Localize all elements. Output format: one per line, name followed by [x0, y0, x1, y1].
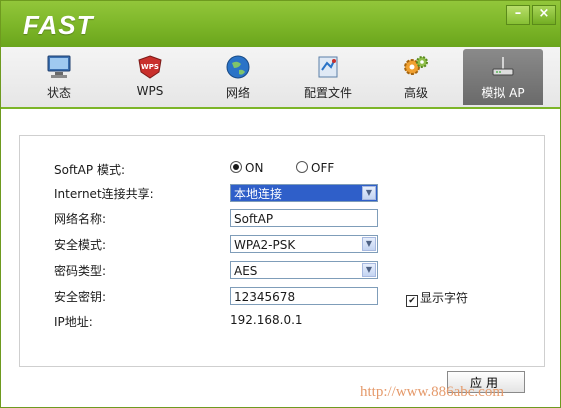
monitor-icon: [47, 55, 71, 78]
tab-wps[interactable]: WPS WPS: [110, 49, 190, 105]
svg-text:WPS: WPS: [141, 63, 159, 71]
site-watermark: http://www.886abc.com: [360, 384, 505, 400]
checkmark-icon: ✔: [406, 295, 418, 307]
show-chars-label: 显示字符: [420, 291, 469, 305]
softap-mode-label: SoftAP 模式:: [54, 163, 125, 177]
chevron-down-icon[interactable]: ▼: [362, 186, 376, 200]
close-button[interactable]: ×: [532, 5, 556, 25]
network-name-value: SoftAP: [234, 212, 274, 226]
security-key-input[interactable]: 12345678: [230, 287, 378, 305]
cipher-type-value: AES: [234, 264, 258, 278]
content-area: SoftAP 模式: ON OFF Internet连接共享: 本地连接 ▼ 网…: [1, 109, 560, 407]
globe-icon: [226, 55, 250, 79]
internet-share-select[interactable]: 本地连接 ▼: [230, 184, 378, 202]
security-mode-select[interactable]: WPA2-PSK ▼: [230, 235, 378, 253]
tab-status[interactable]: 状态: [19, 49, 99, 105]
softap-on-radio[interactable]: ON: [230, 161, 263, 175]
tab-soft-ap-label: 模拟 AP: [481, 86, 525, 100]
chevron-down-icon[interactable]: ▼: [362, 263, 376, 277]
show-chars-checkbox[interactable]: ✔ 显示字符: [406, 289, 468, 307]
tab-network-label: 网络: [225, 86, 250, 100]
softap-settings-panel: SoftAP 模式: ON OFF Internet连接共享: 本地连接 ▼ 网…: [19, 135, 545, 367]
tab-wps-label: WPS: [136, 84, 164, 98]
chevron-down-icon[interactable]: ▼: [362, 237, 376, 251]
ip-address-value: 192.168.0.1: [230, 313, 303, 327]
softap-off-radio[interactable]: OFF: [296, 161, 334, 175]
fast-logo: FAST: [23, 10, 94, 40]
cipher-type-select[interactable]: AES ▼: [230, 261, 378, 279]
title-bar: FAST – ×: [1, 1, 560, 47]
internet-share-label: Internet连接共享:: [54, 187, 154, 201]
tab-advanced-label: 高级: [403, 86, 428, 100]
profile-icon: [318, 56, 338, 78]
radio-dot: [230, 161, 242, 173]
security-mode-value: WPA2-PSK: [234, 238, 296, 252]
tab-profile[interactable]: 配置文件: [288, 49, 368, 105]
security-key-value: 12345678: [234, 290, 296, 304]
tab-profile-label: 配置文件: [303, 86, 352, 100]
radio-dot: [296, 161, 308, 173]
wps-shield-icon: WPS: [138, 55, 162, 79]
tab-advanced[interactable]: 高级: [376, 49, 456, 105]
minimize-button[interactable]: –: [506, 5, 530, 25]
ip-address-label: IP地址:: [54, 315, 93, 329]
internet-share-value: 本地连接: [234, 187, 283, 201]
softap-off-label: OFF: [311, 161, 335, 175]
nav-bar: 状态 WPS WPS 网络 配置文件 高级 模拟 AP: [1, 47, 560, 109]
router-icon: [492, 57, 514, 76]
network-name-label: 网络名称:: [54, 212, 107, 226]
softap-on-label: ON: [245, 161, 264, 175]
security-key-label: 安全密钥:: [54, 290, 107, 304]
tab-soft-ap[interactable]: 模拟 AP: [463, 49, 543, 105]
security-mode-label: 安全模式:: [54, 238, 107, 252]
cipher-type-label: 密码类型:: [54, 264, 107, 278]
tab-network[interactable]: 网络: [198, 49, 278, 105]
app-window: FAST – × 状态 WPS WPS 网络 配置文件 高级 模拟 AP Sof…: [0, 0, 561, 408]
gears-icon: [404, 56, 428, 75]
tab-status-label: 状态: [46, 86, 71, 100]
network-name-input[interactable]: SoftAP: [230, 209, 378, 227]
